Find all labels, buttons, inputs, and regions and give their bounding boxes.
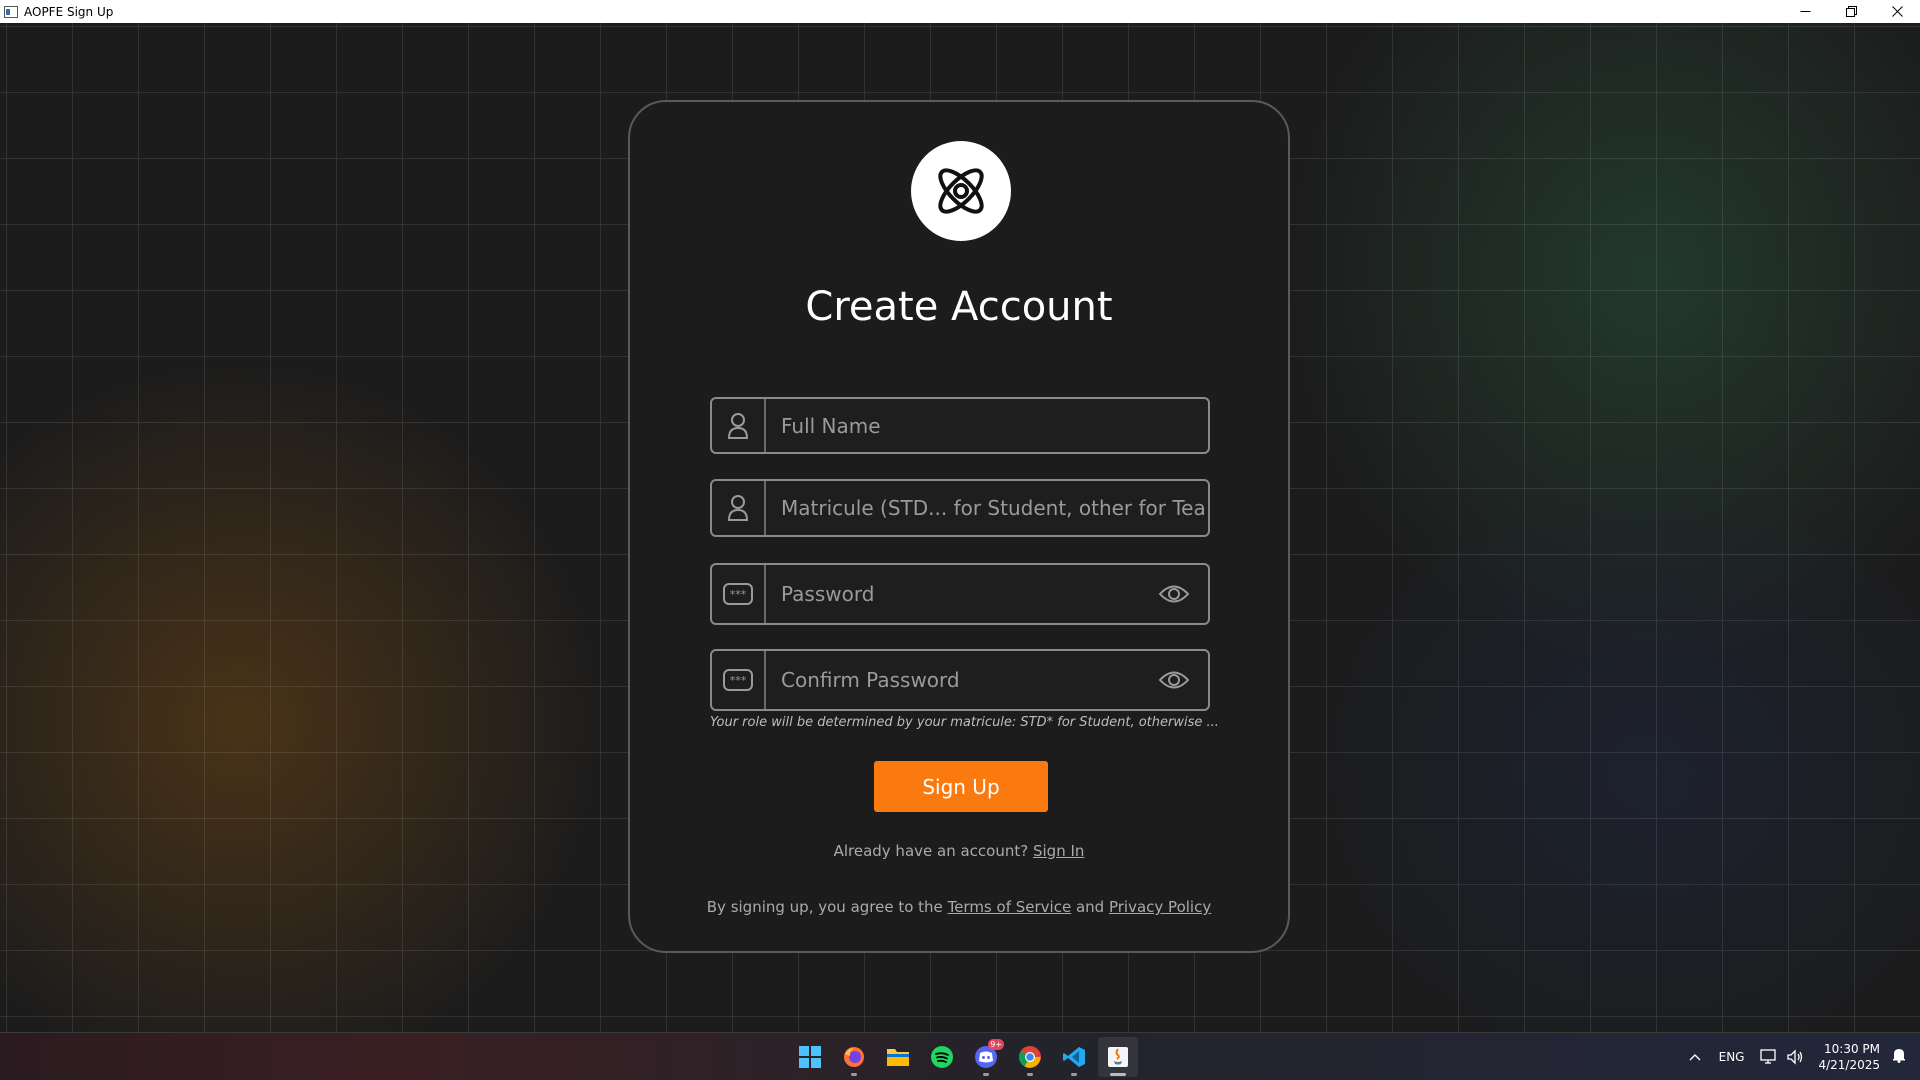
taskbar-discord[interactable]: 9+ <box>966 1037 1006 1077</box>
restore-button[interactable] <box>1828 0 1874 22</box>
firefox-icon <box>844 1047 864 1067</box>
quick-settings[interactable] <box>1760 1049 1804 1065</box>
signup-card: Create Account *** *** <box>628 100 1290 953</box>
minimize-icon <box>1800 10 1810 12</box>
user-icon <box>712 399 766 452</box>
privacy-policy-link[interactable]: Privacy Policy <box>1109 898 1211 916</box>
app-area: Create Account *** *** <box>0 23 1920 1032</box>
taskbar-spotify[interactable] <box>922 1037 962 1077</box>
confirm-password-field: *** <box>710 649 1210 711</box>
svg-text:***: *** <box>730 588 747 601</box>
java-app-icon <box>1108 1047 1128 1067</box>
running-indicator <box>1071 1073 1077 1076</box>
logo <box>911 141 1011 241</box>
system-tray: ENG 10:30 PM 4/21/2025 <box>1683 1033 1920 1080</box>
sign-up-button[interactable]: Sign Up <box>874 761 1048 812</box>
app-window-icon <box>4 5 18 18</box>
matricule-field <box>710 479 1210 537</box>
chrome-icon <box>1019 1046 1041 1068</box>
full-name-field <box>710 397 1210 454</box>
password-input[interactable] <box>766 581 1154 607</box>
taskbar-file-explorer[interactable] <box>878 1037 918 1077</box>
running-indicator <box>1110 1073 1126 1076</box>
volume-icon <box>1787 1049 1803 1065</box>
user-icon <box>712 481 766 535</box>
svg-text:***: *** <box>730 674 747 687</box>
password-icon: *** <box>712 565 766 623</box>
clock-time: 10:30 PM <box>1824 1042 1880 1056</box>
confirm-password-input[interactable] <box>766 667 1154 693</box>
eye-icon <box>1158 585 1190 603</box>
network-icon <box>1760 1049 1777 1064</box>
sign-in-prompt-text: Already have an account? <box>833 842 1029 860</box>
show-password-toggle[interactable] <box>1154 574 1194 614</box>
role-note: Your role will be determined by your mat… <box>710 715 1219 730</box>
taskbar-firefox[interactable] <box>834 1037 874 1077</box>
password-icon: *** <box>712 651 766 709</box>
notifications-button[interactable] <box>1892 1047 1906 1067</box>
password-field: *** <box>710 563 1210 625</box>
language-indicator[interactable]: ENG <box>1719 1050 1745 1064</box>
start-button[interactable] <box>790 1037 830 1077</box>
show-confirm-password-toggle[interactable] <box>1154 660 1194 700</box>
minimize-button[interactable] <box>1782 0 1828 22</box>
taskbar-java-app[interactable] <box>1098 1037 1138 1077</box>
terms-and-text: and <box>1075 898 1105 916</box>
page-title: Create Account <box>805 284 1113 330</box>
taskbar-apps: 9+ <box>790 1033 1138 1080</box>
atom-icon <box>938 168 984 214</box>
clock[interactable]: 10:30 PM 4/21/2025 <box>1818 1041 1880 1073</box>
sign-in-link[interactable]: Sign In <box>1033 842 1084 860</box>
vscode-icon <box>1063 1047 1085 1067</box>
taskbar: 9+ ENG 10:30 PM 4/21/2025 <box>0 1032 1920 1080</box>
terms-prefix-text: By signing up, you agree to the <box>706 898 943 916</box>
notification-badge: 9+ <box>988 1039 1004 1050</box>
close-button[interactable] <box>1874 0 1920 22</box>
window-title: AOPFE Sign Up <box>24 4 114 19</box>
chevron-up-icon <box>1689 1054 1701 1061</box>
taskbar-vscode[interactable] <box>1054 1037 1094 1077</box>
terms-notice: By signing up, you agree to the Terms of… <box>630 898 1288 916</box>
clock-date: 4/21/2025 <box>1818 1058 1880 1072</box>
window-controls <box>1782 0 1920 22</box>
spotify-icon <box>931 1046 953 1068</box>
running-indicator <box>983 1073 989 1076</box>
full-name-input[interactable] <box>766 412 1208 439</box>
bell-icon <box>1893 1049 1905 1063</box>
sign-in-prompt: Already have an account? Sign In <box>630 842 1288 860</box>
running-indicator <box>851 1073 857 1076</box>
show-hidden-icons-button[interactable] <box>1683 1053 1707 1061</box>
taskbar-chrome[interactable] <box>1010 1037 1050 1077</box>
start-icon <box>799 1046 821 1068</box>
matricule-input[interactable] <box>766 495 1208 521</box>
terms-of-service-link[interactable]: Terms of Service <box>948 898 1072 916</box>
window-title-bar: AOPFE Sign Up <box>0 0 1920 24</box>
eye-icon <box>1158 671 1190 689</box>
file-explorer-icon <box>887 1049 909 1066</box>
restore-icon <box>1845 5 1857 17</box>
running-indicator <box>1027 1073 1033 1076</box>
close-icon <box>1891 5 1903 17</box>
